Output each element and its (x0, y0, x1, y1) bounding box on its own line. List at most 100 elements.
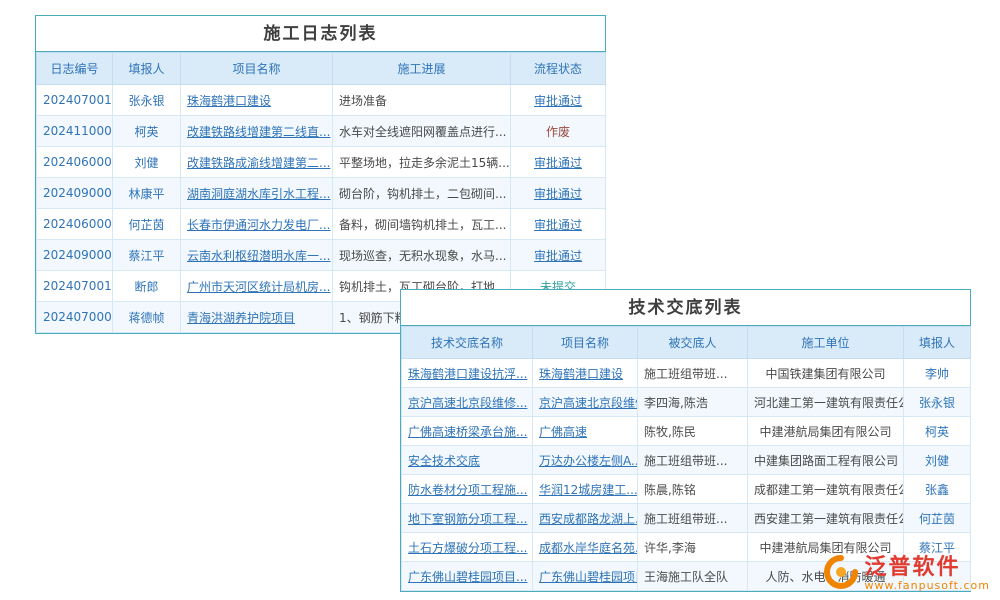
table-row: 安全技术交底 万达办公楼左侧A... 施工班组带班... 中建集团路面工程有限公… (402, 446, 971, 475)
table-row: 京沪高速北京段维修... 京沪高速北京段维修 李四海,陈浩 河北建工第一建筑有限… (402, 388, 971, 417)
log-panel-title: 施工日志列表 (36, 16, 605, 52)
tech-recipient: 陈牧,陈民 (638, 417, 748, 446)
log-id: 2024090009 (37, 240, 113, 271)
tech-unit: 西安建工第一建筑有限责任公司 (748, 504, 904, 533)
tech-project-link[interactable]: 华润12城房建工... (533, 475, 638, 504)
tech-recipient: 陈晨,陈铭 (638, 475, 748, 504)
log-progress: 水车对全线遮阳网覆盖点进行... (333, 116, 511, 147)
log-project-link[interactable]: 湖南洞庭湖水库引水工程... (181, 178, 333, 209)
log-reporter: 林康平 (113, 178, 181, 209)
tech-project-link[interactable]: 京沪高速北京段维修 (533, 388, 638, 417)
log-reporter: 刘健 (113, 147, 181, 178)
tech-reporter[interactable]: 何芷茵 (904, 504, 971, 533)
log-project-link[interactable]: 改建铁路线增建第二线直... (181, 116, 333, 147)
tech-recipient: 施工班组带班... (638, 359, 748, 388)
tech-name-link[interactable]: 京沪高速北京段维修... (402, 388, 533, 417)
log-project-link[interactable]: 长春市伊通河水力发电厂... (181, 209, 333, 240)
construction-log-panel: 施工日志列表 日志编号 填报人 项目名称 施工进展 流程状态 202407001… (35, 15, 606, 334)
log-project-link[interactable]: 改建铁路成渝线增建第二... (181, 147, 333, 178)
log-reporter: 蔡江平 (113, 240, 181, 271)
log-progress: 现场巡查，无积水现象，水马... (333, 240, 511, 271)
watermark-brand: 泛普软件 (865, 556, 990, 580)
log-project-link[interactable]: 广州市天河区统计局机房... (181, 271, 333, 302)
watermark-url: www.fanpusoft.com (865, 580, 990, 592)
log-project-link[interactable]: 云南水利枢纽潜明水库一... (181, 240, 333, 271)
log-header-row: 日志编号 填报人 项目名称 施工进展 流程状态 (37, 53, 606, 85)
tech-recipient: 王海施工队全队 (638, 562, 748, 591)
tech-project-link[interactable]: 广东佛山碧桂园项目 (533, 562, 638, 591)
tech-project-link[interactable]: 珠海鹤港口建设 (533, 359, 638, 388)
log-progress: 平整场地，拉走多余泥土15辆... (333, 147, 511, 178)
log-status[interactable]: 审批通过 (511, 240, 606, 271)
log-progress: 备料，砌间墙钩机排土，瓦工... (333, 209, 511, 240)
table-row: 广佛高速桥梁承台施... 广佛高速 陈牧,陈民 中建港航局集团有限公司 柯英 (402, 417, 971, 446)
tech-project-link[interactable]: 成都水岸华庭名苑... (533, 533, 638, 562)
table-row: 2024060006 刘健 改建铁路成渝线增建第二... 平整场地，拉走多余泥土… (37, 147, 606, 178)
tech-project-link[interactable]: 广佛高速 (533, 417, 638, 446)
table-row: 2024060005 何芷茵 长春市伊通河水力发电厂... 备料，砌间墙钩机排土… (37, 209, 606, 240)
tech-unit: 河北建工第一建筑有限责任公司 (748, 388, 904, 417)
log-status[interactable]: 审批通过 (511, 85, 606, 116)
tech-recipient: 许华,李海 (638, 533, 748, 562)
log-id: 2024070011 (37, 85, 113, 116)
tech-unit: 成都建工第一建筑有限责任公司 (748, 475, 904, 504)
tech-col-unit: 施工单位 (748, 327, 904, 359)
tech-panel-title: 技术交底列表 (401, 290, 970, 326)
log-id: 2024070009 (37, 302, 113, 333)
table-row: 2024070011 张永银 珠海鹤港口建设 进场准备 审批通过 (37, 85, 606, 116)
table-row: 2024110002 柯英 改建铁路线增建第二线直... 水车对全线遮阳网覆盖点… (37, 116, 606, 147)
fanpu-swirl-icon (823, 554, 859, 594)
log-reporter: 张永银 (113, 85, 181, 116)
log-col-project: 项目名称 (181, 53, 333, 85)
tech-recipient: 施工班组带班... (638, 504, 748, 533)
tech-reporter[interactable]: 李帅 (904, 359, 971, 388)
tech-col-recipient: 被交底人 (638, 327, 748, 359)
log-progress: 砌台阶，钩机排土，二包砌间... (333, 178, 511, 209)
tech-col-project: 项目名称 (533, 327, 638, 359)
watermark-logo: 泛普软件 www.fanpusoft.com (823, 554, 990, 594)
tech-project-link[interactable]: 万达办公楼左侧A... (533, 446, 638, 475)
tech-name-link[interactable]: 地下室钢筋分项工程... (402, 504, 533, 533)
tech-name-link[interactable]: 防水卷材分项工程施... (402, 475, 533, 504)
tech-unit: 中国铁建集团有限公司 (748, 359, 904, 388)
technical-disclosure-panel: 技术交底列表 技术交底名称 项目名称 被交底人 施工单位 填报人 珠海鹤港口建设… (400, 289, 971, 592)
tech-recipient: 施工班组带班... (638, 446, 748, 475)
tech-reporter[interactable]: 柯英 (904, 417, 971, 446)
tech-col-name: 技术交底名称 (402, 327, 533, 359)
log-status[interactable]: 审批通过 (511, 178, 606, 209)
tech-reporter[interactable]: 张鑫 (904, 475, 971, 504)
tech-table: 技术交底名称 项目名称 被交底人 施工单位 填报人 珠海鹤港口建设抗浮... 珠… (401, 326, 971, 591)
table-row: 珠海鹤港口建设抗浮... 珠海鹤港口建设 施工班组带班... 中国铁建集团有限公… (402, 359, 971, 388)
tech-reporter[interactable]: 刘健 (904, 446, 971, 475)
log-id: 2024070011 (37, 271, 113, 302)
table-row: 地下室钢筋分项工程... 西安成都路龙湖上... 施工班组带班... 西安建工第… (402, 504, 971, 533)
tech-project-link[interactable]: 西安成都路龙湖上... (533, 504, 638, 533)
log-status[interactable]: 作废 (511, 116, 606, 147)
table-row: 防水卷材分项工程施... 华润12城房建工... 陈晨,陈铭 成都建工第一建筑有… (402, 475, 971, 504)
log-id: 2024060006 (37, 147, 113, 178)
log-reporter: 蒋德帧 (113, 302, 181, 333)
log-col-progress: 施工进展 (333, 53, 511, 85)
tech-unit: 中建集团路面工程有限公司 (748, 446, 904, 475)
log-progress: 进场准备 (333, 85, 511, 116)
tech-name-link[interactable]: 广佛高速桥梁承台施... (402, 417, 533, 446)
log-col-id: 日志编号 (37, 53, 113, 85)
tech-name-link[interactable]: 安全技术交底 (402, 446, 533, 475)
tech-reporter[interactable]: 张永银 (904, 388, 971, 417)
log-project-link[interactable]: 青海洪湖养护院项目 (181, 302, 333, 333)
tech-header-row: 技术交底名称 项目名称 被交底人 施工单位 填报人 (402, 327, 971, 359)
tech-recipient: 李四海,陈浩 (638, 388, 748, 417)
log-project-link[interactable]: 珠海鹤港口建设 (181, 85, 333, 116)
log-reporter: 何芷茵 (113, 209, 181, 240)
table-row: 2024090009 林康平 湖南洞庭湖水库引水工程... 砌台阶，钩机排土，二… (37, 178, 606, 209)
tech-name-link[interactable]: 珠海鹤港口建设抗浮... (402, 359, 533, 388)
log-status[interactable]: 审批通过 (511, 147, 606, 178)
log-id: 2024060005 (37, 209, 113, 240)
tech-unit: 中建港航局集团有限公司 (748, 417, 904, 446)
log-reporter: 断郎 (113, 271, 181, 302)
log-col-status: 流程状态 (511, 53, 606, 85)
tech-name-link[interactable]: 广东佛山碧桂园项目... (402, 562, 533, 591)
log-id: 2024090009 (37, 178, 113, 209)
tech-name-link[interactable]: 土石方爆破分项工程... (402, 533, 533, 562)
log-status[interactable]: 审批通过 (511, 209, 606, 240)
